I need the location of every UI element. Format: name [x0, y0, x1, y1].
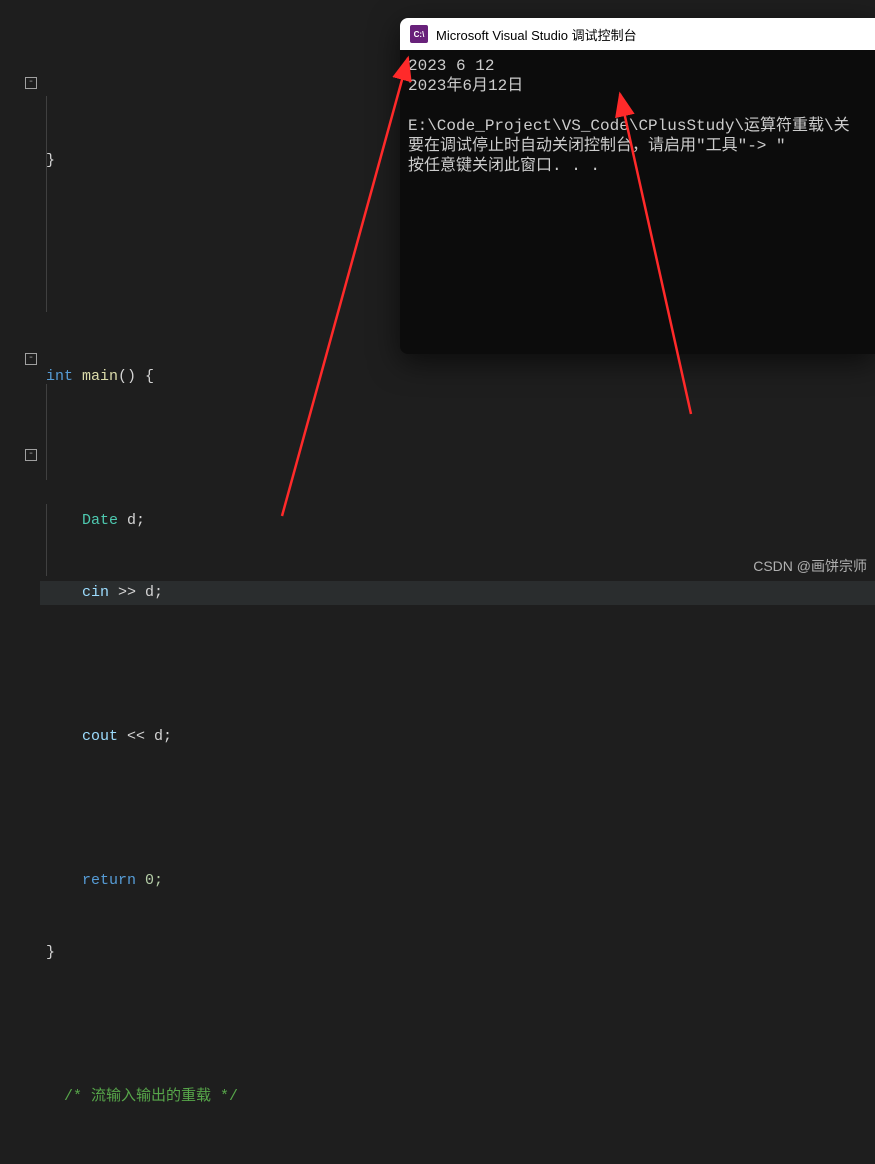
fold-icon[interactable]: -: [25, 449, 37, 461]
console-title: Microsoft Visual Studio 调试控制台: [436, 25, 637, 44]
vs-icon: C:\: [410, 25, 428, 43]
decl-d: d;: [118, 512, 145, 529]
brace: }: [46, 152, 55, 169]
comment: /* 流输入输出的重载 */: [64, 1088, 238, 1105]
op-in: >>: [118, 584, 136, 601]
num-0: 0;: [136, 872, 163, 889]
paren: () {: [118, 368, 154, 385]
kw-int: int: [46, 368, 73, 385]
id-cout: cout: [82, 728, 127, 745]
fold-icon[interactable]: -: [25, 77, 37, 89]
watermark: CSDN @画饼宗师: [753, 556, 867, 576]
d: d;: [145, 728, 172, 745]
type-date: Date: [82, 512, 118, 529]
fn-main: main: [73, 368, 118, 385]
gutter: - - -: [0, 0, 40, 582]
brace: }: [46, 944, 55, 961]
op-out: <<: [127, 728, 145, 745]
current-line: cin >> d;: [40, 581, 875, 605]
id-cin: cin: [82, 584, 118, 601]
console-output: 2023 6 12 2023年6月12日 E:\Code_Project\VS_…: [400, 50, 875, 182]
console-window[interactable]: C:\ Microsoft Visual Studio 调试控制台 2023 6…: [400, 18, 875, 354]
kw-return: return: [82, 872, 136, 889]
d: d;: [136, 584, 163, 601]
console-titlebar[interactable]: C:\ Microsoft Visual Studio 调试控制台: [400, 18, 875, 50]
fold-icon[interactable]: -: [25, 353, 37, 365]
